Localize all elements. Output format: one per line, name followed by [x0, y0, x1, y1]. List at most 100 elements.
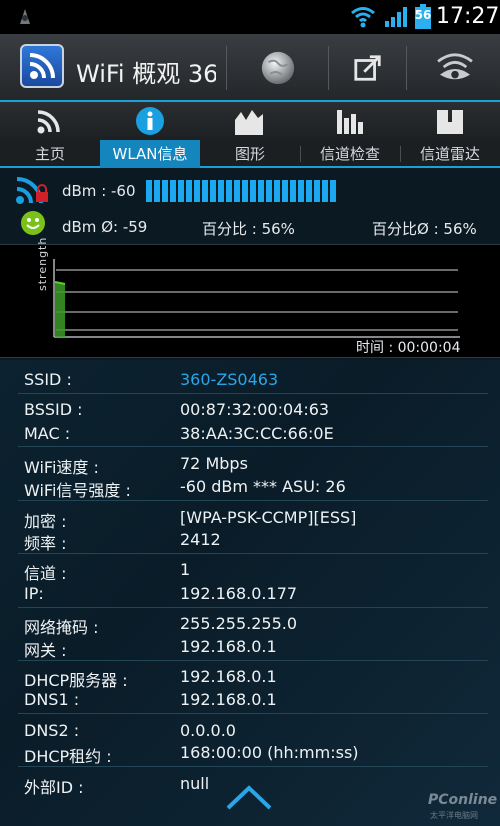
area-chart-icon[interactable] — [234, 106, 264, 136]
chevron-up-icon[interactable] — [224, 782, 274, 812]
tab-home[interactable]: 主页 — [0, 140, 100, 168]
action-bar: WiFi 概观 360 — [0, 34, 500, 102]
signal-bar-segment — [242, 180, 248, 202]
info-label: WiFi速度 : — [24, 458, 99, 477]
globe-button[interactable] — [243, 42, 313, 94]
signal-bar-segment — [210, 180, 216, 202]
signal-bar-segment — [322, 180, 328, 202]
info-label: 网关 : — [24, 641, 67, 660]
signal-bar-segment — [178, 180, 184, 202]
divider — [18, 553, 488, 554]
info-label: WiFi信号强度 : — [24, 481, 131, 500]
signal-bar-segment — [306, 180, 312, 202]
signal-bar-segment — [266, 180, 272, 202]
divider — [18, 393, 488, 394]
clock: 17:27 — [436, 4, 500, 29]
wifi-speed-value: 72 Mbps — [180, 454, 248, 473]
dhcp-server-value: 192.168.0.1 — [180, 667, 277, 686]
smiley-icon — [21, 211, 45, 235]
signal-bar-segment — [170, 180, 176, 202]
ssid-value[interactable]: 360-ZS0463 — [180, 370, 278, 389]
watermark-subtitle: 太平洋电脑网 — [430, 811, 478, 820]
dbm-current: dBm : -60 — [62, 182, 136, 200]
signal-bar-segment — [290, 180, 296, 202]
signal-bar-segment — [314, 180, 320, 202]
notification-icon — [20, 9, 30, 24]
info-label: BSSID : — [24, 400, 83, 419]
wifi-icon[interactable] — [34, 106, 64, 136]
signal-bar-segment — [218, 180, 224, 202]
ip-value: 192.168.0.177 — [180, 584, 298, 603]
signal-bar-segment — [194, 180, 200, 202]
wifi-app-icon[interactable] — [20, 44, 64, 88]
tab-graph[interactable]: 图形 — [200, 140, 300, 168]
signal-bar-segment — [146, 180, 152, 202]
globe-icon — [261, 51, 295, 85]
eye-wifi-icon — [437, 53, 473, 80]
dns2-value: 0.0.0.0 — [180, 721, 236, 740]
wlan-info-list: SSID : 360-ZS0463 BSSID : 00:87:32:00:04… — [0, 360, 500, 826]
divider — [18, 500, 488, 501]
radar-icon[interactable] — [435, 106, 465, 136]
bssid-value: 00:87:32:00:04:63 — [180, 400, 330, 419]
divider — [328, 46, 329, 90]
signal-bar-segment — [234, 180, 240, 202]
signal-bar-segment — [330, 180, 336, 202]
signal-bar-segment — [298, 180, 304, 202]
signal-strength-bar — [146, 180, 488, 202]
info-label: DNS1 : — [24, 690, 80, 709]
tab-bar: 主页 WLAN信息 图形 信道检查 信道雷达 — [0, 140, 500, 168]
info-label: 频率 : — [24, 534, 67, 553]
info-label: 外部ID : — [24, 778, 84, 797]
divider — [18, 766, 488, 767]
tab-channel-check[interactable]: 信道检查 — [300, 140, 400, 168]
tab-wlan-info[interactable]: WLAN信息 — [100, 140, 200, 168]
dhcp-lease-value: 168:00:00 (hh:mm:ss) — [180, 743, 359, 762]
watermark-logo: PConline — [428, 792, 498, 808]
dns1-value: 192.168.0.1 — [180, 690, 277, 709]
frequency-value: 2412 — [180, 530, 221, 549]
divider — [18, 713, 488, 714]
signal-panel: dBm : -60 dBm Ø: -59 百分比 : 56% 百分比Ø : 56… — [0, 170, 500, 242]
netmask-value: 255.255.255.0 — [180, 614, 298, 633]
divider — [226, 46, 227, 90]
divider — [400, 146, 401, 162]
signal-bar-segment — [154, 180, 160, 202]
divider — [18, 660, 488, 661]
signal-bar-segment — [274, 180, 280, 202]
divider — [18, 446, 488, 447]
cell-signal-icon — [385, 7, 407, 27]
info-label: DHCP租约 : — [24, 747, 112, 766]
status-bar: 56 17:27 — [0, 0, 500, 34]
graph-ylabel: strength — [36, 236, 49, 291]
battery-level: 56 — [414, 8, 432, 22]
wifi-strength-value: -60 dBm *** ASU: 26 — [180, 477, 346, 496]
divider — [300, 146, 301, 162]
gateway-value: 192.168.0.1 — [180, 637, 277, 656]
bar-chart-icon[interactable] — [335, 106, 365, 136]
signal-bar-segment — [250, 180, 256, 202]
graph-time: 时间 : 00:00:04 — [356, 340, 461, 356]
wifi-lock-icon — [16, 177, 48, 204]
signal-bar-segment — [186, 180, 192, 202]
info-label: DNS2 : — [24, 721, 80, 740]
info-label: 加密 : — [24, 512, 67, 531]
channel-value: 1 — [180, 560, 191, 579]
tab-channel-radar[interactable]: 信道雷达 — [400, 140, 500, 168]
info-label: DHCP服务器 : — [24, 671, 128, 690]
signal-bar-segment — [282, 180, 288, 202]
eye-button[interactable] — [420, 42, 490, 94]
share-icon — [354, 55, 381, 81]
mac-value: 38:AA:3C:CC:66:0E — [180, 424, 334, 443]
signal-bar-segment — [202, 180, 208, 202]
encryption-value: [WPA-PSK-CCMP][ESS] — [180, 508, 357, 527]
info-label: MAC : — [24, 424, 71, 443]
info-icon[interactable] — [135, 106, 165, 136]
signal-graph: strength 时间 : 00:00:04 — [0, 237, 500, 358]
tab-icon-strip — [0, 102, 500, 140]
app-title: WiFi 概观 360 — [76, 60, 216, 88]
signal-trace — [55, 283, 65, 337]
external-id-value: null — [180, 774, 210, 793]
percent-current: 百分比 : 56% — [202, 220, 295, 238]
share-button[interactable] — [333, 42, 403, 94]
